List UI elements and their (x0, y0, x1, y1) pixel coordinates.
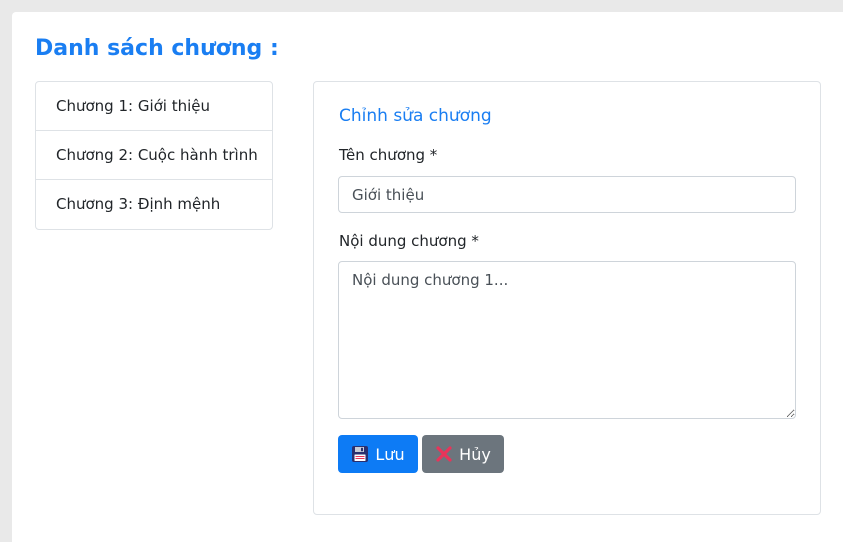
chapter-title-label: Tên chương * (339, 146, 438, 164)
floppy-disk-icon (351, 445, 369, 463)
chapter-item-1[interactable]: Chương 1: Giới thiệu (36, 82, 272, 131)
edit-chapter-panel: Chỉnh sửa chương Tên chương * Nội dung c… (313, 81, 821, 515)
save-button-label: Lưu (375, 444, 405, 464)
cross-mark-icon (435, 445, 453, 463)
chapter-item-3[interactable]: Chương 3: Định mệnh (36, 180, 272, 229)
cancel-button-label: Hủy (459, 444, 491, 464)
cancel-button[interactable]: Hủy (422, 435, 504, 473)
chapter-list: Chương 1: Giới thiệu Chương 2: Cuộc hành… (35, 81, 273, 230)
chapter-content-label: Nội dung chương * (339, 232, 479, 250)
chapter-content-textarea[interactable]: Nội dung chương 1... (338, 261, 796, 419)
save-button[interactable]: Lưu (338, 435, 418, 473)
main-card: Danh sách chương : Chương 1: Giới thiệu … (12, 12, 843, 542)
page-title: Danh sách chương : (35, 36, 279, 61)
edit-panel-title: Chỉnh sửa chương (339, 106, 492, 126)
chapter-title-input[interactable] (338, 176, 796, 213)
chapter-item-2[interactable]: Chương 2: Cuộc hành trình (36, 131, 272, 180)
